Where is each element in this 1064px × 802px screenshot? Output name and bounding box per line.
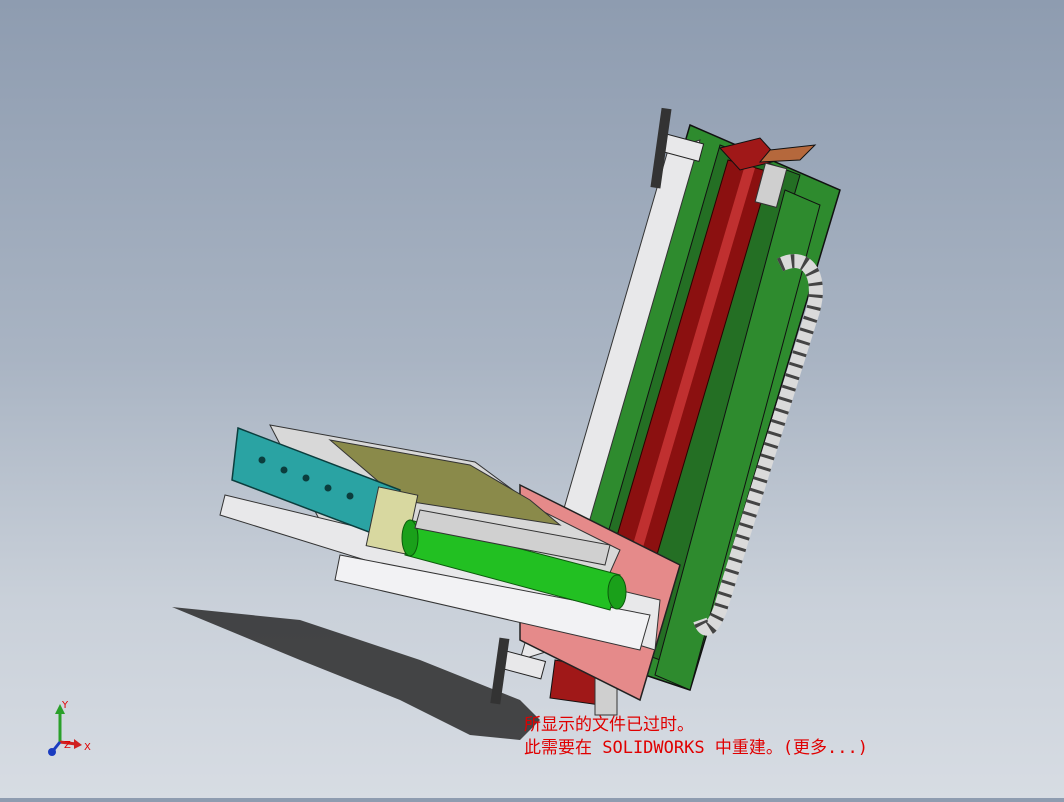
triad-y-label: Y <box>61 700 69 711</box>
rebuild-warning-line1: 所显示的文件已过时。 <box>524 715 694 735</box>
assembly-model[interactable] <box>0 0 1064 798</box>
adjust-bolt-bottom <box>490 637 510 705</box>
view-orientation-triad[interactable]: Y X Z <box>40 700 100 760</box>
cylinder-rod-end <box>607 574 627 610</box>
triad-x-label: X <box>84 742 91 753</box>
z-axis-arrow <box>48 748 56 756</box>
graphics-viewport[interactable]: Y X Z 所显示的文件已过时。 此需要在 SOLIDWORKS 中重建。(更多… <box>0 0 1064 798</box>
x-axis-arrow <box>74 739 82 749</box>
model-shadow <box>172 607 540 740</box>
triad-z-label: Z <box>64 740 71 751</box>
rebuild-warning-link[interactable]: 此需要在 SOLIDWORKS 中重建。(更多...) <box>524 737 868 759</box>
